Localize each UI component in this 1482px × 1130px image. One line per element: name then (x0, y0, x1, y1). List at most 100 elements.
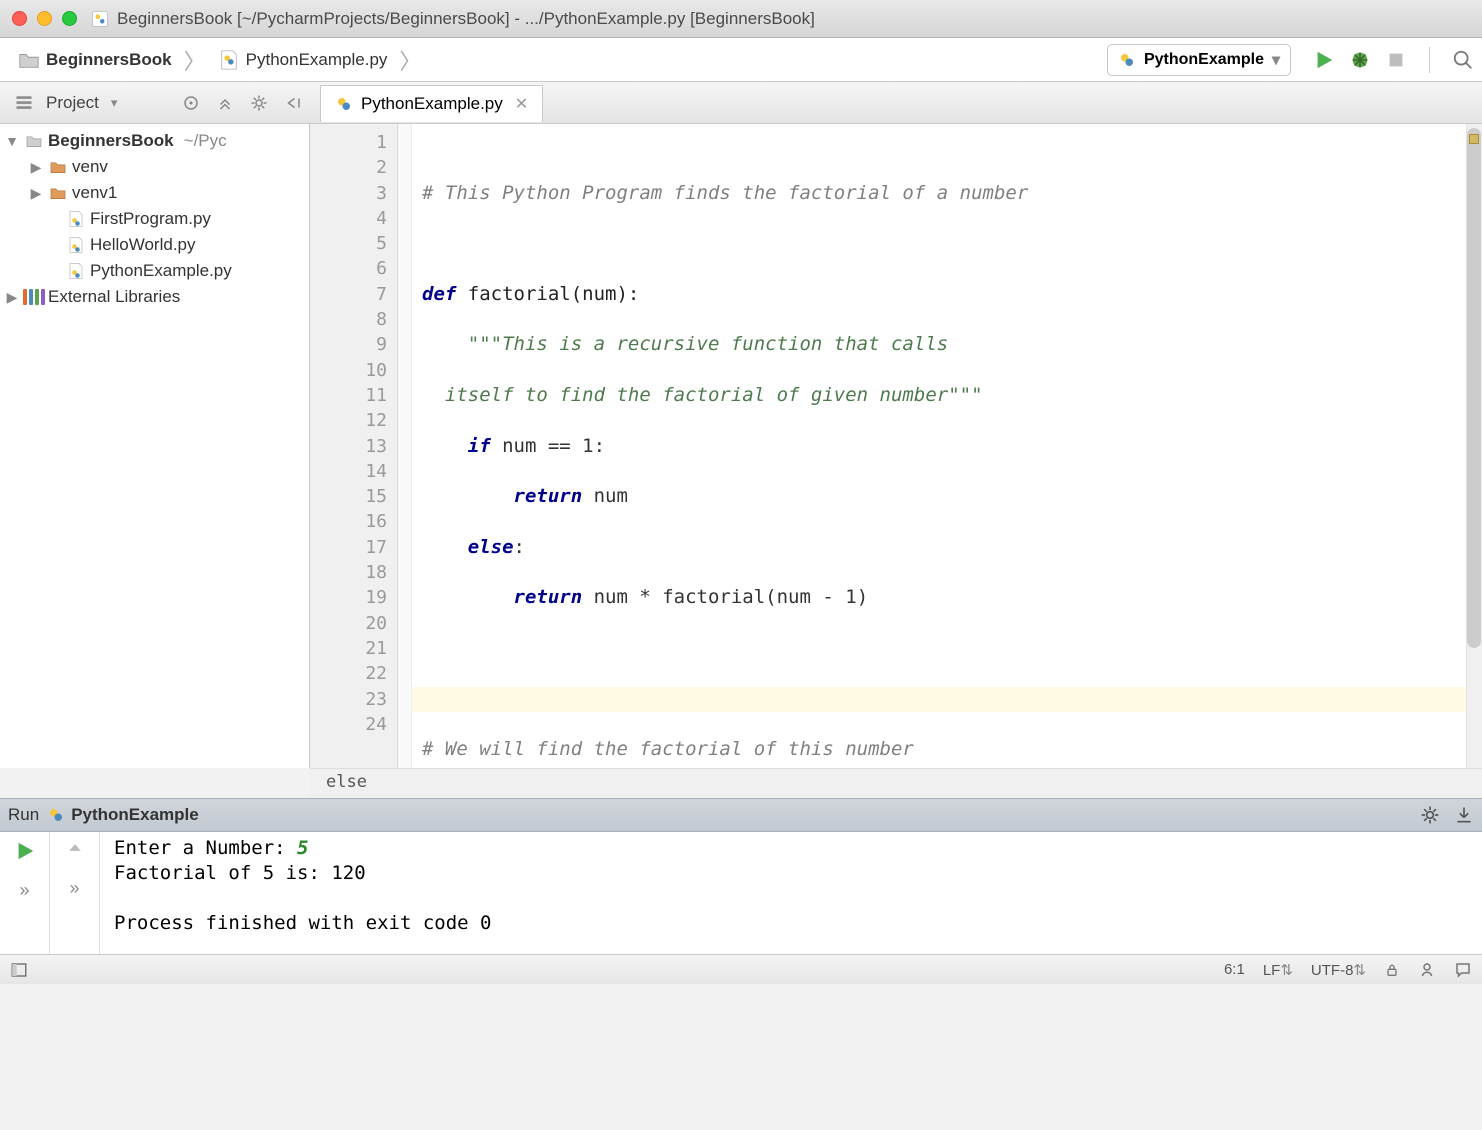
download-icon[interactable] (1454, 805, 1474, 825)
scroll-up-icon[interactable] (65, 840, 85, 860)
tree-folder-label: venv1 (72, 183, 117, 203)
chevron-down-icon[interactable]: ▾ (111, 95, 118, 111)
code-breadcrumb-label[interactable]: else (326, 772, 367, 792)
collapse-all-icon[interactable] (216, 94, 234, 112)
run-panel-title[interactable]: Run (8, 805, 39, 825)
run-panel-header: Run PythonExample (0, 798, 1482, 832)
line-separator[interactable]: LF (1263, 962, 1281, 979)
run-config-dropdown[interactable]: PythonExample ▾ (1107, 44, 1291, 76)
debug-button[interactable] (1349, 49, 1371, 71)
tree-file-label: HelloWorld.py (90, 235, 196, 255)
code-kw: def (422, 283, 456, 305)
gear-icon[interactable] (250, 94, 268, 112)
python-file-icon (1118, 51, 1136, 69)
search-everywhere-button[interactable] (1452, 49, 1474, 71)
console-line: Enter a Number: (114, 837, 297, 859)
hide-tool-window-icon[interactable] (284, 94, 302, 112)
folder-icon (49, 186, 67, 200)
window-title: BeginnersBook [~/PycharmProjects/Beginne… (117, 9, 815, 29)
window-titlebar: BeginnersBook [~/PycharmProjects/Beginne… (0, 0, 1482, 38)
chevron-right-icon: 〉 (399, 44, 421, 76)
folder-icon (25, 134, 43, 148)
current-line-highlight (412, 687, 1466, 712)
run-toolbar-left: » (0, 832, 50, 954)
console-line: Factorial of 5 is: 120 (114, 861, 1468, 886)
tree-folder[interactable]: ▶ venv (0, 154, 309, 180)
maximize-window-button[interactable] (62, 11, 77, 26)
python-file-icon (335, 95, 353, 113)
close-window-button[interactable] (12, 11, 27, 26)
python-file-icon (67, 210, 85, 228)
code-area[interactable]: # This Python Program finds the factoria… (412, 124, 1466, 768)
tree-folder[interactable]: ▶ venv1 (0, 180, 309, 206)
editor-tab[interactable]: PythonExample.py ✕ (320, 85, 543, 122)
code-breadcrumb: else (310, 768, 1482, 798)
run-toolbar-left2: » (50, 832, 100, 954)
rerun-button[interactable] (14, 840, 36, 862)
minimize-window-button[interactable] (37, 11, 52, 26)
tree-project-root[interactable]: ▼ BeginnersBook ~/Pyc (0, 128, 309, 154)
code-text: factorial(num): (456, 283, 639, 305)
console-output[interactable]: Enter a Number: 5 Factorial of 5 is: 120… (100, 832, 1482, 954)
run-panel-config-name[interactable]: PythonExample (71, 805, 199, 825)
arrow-down-icon[interactable]: ▼ (4, 133, 20, 149)
project-tool-label[interactable]: Project (46, 93, 99, 113)
code-editor[interactable]: 123456789101112131415161718192021222324 … (310, 124, 1482, 768)
status-bar: 6:1 LF⇅ UTF-8⇅ (0, 954, 1482, 984)
code-kw: if (468, 435, 491, 457)
window-controls (12, 11, 77, 26)
tree-file[interactable]: FirstProgram.py (0, 206, 309, 232)
tree-external-libraries[interactable]: ▶ External Libraries (0, 284, 309, 310)
run-button[interactable] (1313, 49, 1335, 71)
console-input: 5 (297, 837, 308, 859)
chevron-down-icon: ▾ (1272, 50, 1280, 70)
lock-icon[interactable] (1384, 962, 1400, 978)
more-icon[interactable]: » (19, 880, 29, 901)
editor-tab-label: PythonExample.py (361, 94, 503, 114)
code-kw: return (514, 485, 583, 507)
more-icon[interactable]: » (69, 878, 79, 899)
folder-icon (18, 49, 40, 71)
scroll-to-source-icon[interactable] (182, 94, 200, 112)
project-tree: ▼ BeginnersBook ~/Pyc ▶ venv ▶ venv1 Fir… (0, 124, 309, 314)
inspector-icon[interactable] (1418, 961, 1436, 979)
tool-windows-icon[interactable] (10, 961, 28, 979)
tree-file-label: PythonExample.py (90, 261, 232, 281)
arrow-right-icon[interactable]: ▶ (4, 289, 20, 306)
code-docstring: """This is a recursive function that cal… (422, 333, 948, 355)
fold-column (398, 124, 412, 768)
arrow-right-icon[interactable]: ▶ (28, 159, 44, 176)
arrow-right-icon[interactable]: ▶ (28, 185, 44, 202)
caret-position[interactable]: 6:1 (1224, 961, 1245, 978)
breadcrumb: BeginnersBook 〉 PythonExample.py 〉 (8, 43, 1107, 77)
stop-button[interactable] (1385, 49, 1407, 71)
tree-folder-label: venv (72, 157, 108, 177)
gear-icon[interactable] (1420, 805, 1440, 825)
tree-file[interactable]: PythonExample.py (0, 258, 309, 284)
code-line: # This Python Program finds the factoria… (422, 182, 1028, 204)
run-panel: » » Enter a Number: 5 Factorial of 5 is:… (0, 832, 1482, 954)
file-encoding[interactable]: UTF-8 (1311, 962, 1354, 979)
error-stripe[interactable] (1466, 124, 1482, 768)
folder-icon (49, 160, 67, 174)
scrollbar[interactable] (1467, 128, 1481, 648)
breadcrumb-root-label: BeginnersBook (46, 50, 172, 70)
line-number-gutter: 123456789101112131415161718192021222324 (310, 124, 398, 768)
pycharm-icon (91, 10, 109, 28)
project-view-icon[interactable] (14, 93, 34, 113)
python-file-icon (218, 49, 240, 71)
feedback-icon[interactable] (1454, 961, 1472, 979)
close-tab-icon[interactable]: ✕ (515, 94, 528, 114)
project-sidebar: ▼ BeginnersBook ~/Pyc ▶ venv ▶ venv1 Fir… (0, 124, 310, 768)
tree-root-label: BeginnersBook (48, 131, 174, 151)
tree-file[interactable]: HelloWorld.py (0, 232, 309, 258)
breadcrumb-file[interactable]: PythonExample.py (208, 43, 398, 77)
code-kw: return (514, 586, 583, 608)
python-file-icon (67, 262, 85, 280)
breadcrumb-root[interactable]: BeginnersBook (8, 43, 182, 77)
code-docstring: itself to find the factorial of given nu… (422, 384, 983, 406)
chevron-updown-icon: ⇅ (1280, 962, 1293, 979)
run-config-area: PythonExample ▾ (1107, 44, 1474, 76)
chevron-right-icon: 〉 (184, 44, 206, 76)
run-config-name: PythonExample (1144, 51, 1264, 69)
